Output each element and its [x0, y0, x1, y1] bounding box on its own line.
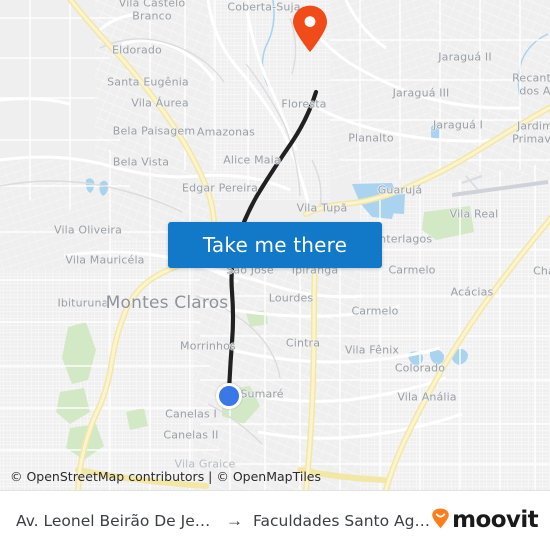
trip-origin-label: Av. Leonel Beirão De Jesu…: [16, 511, 216, 530]
arrow-right-icon: →: [226, 511, 243, 530]
trip-footer-bar: Av. Leonel Beirão De Jesu… → Faculdades …: [0, 490, 550, 550]
origin-dot-icon: [216, 383, 242, 409]
moovit-trip-screen: Vila Castelo Branco Coberta-Suja Eldorado S…: [0, 0, 550, 550]
trip-summary[interactable]: Av. Leonel Beirão De Jesu… → Faculdades …: [16, 512, 431, 530]
map-attribution: © OpenStreetMap contributors | © OpenMap…: [0, 463, 550, 490]
map-canvas[interactable]: Vila Castelo Branco Coberta-Suja Eldorado S…: [0, 0, 550, 490]
trip-destination-label: Faculdades Santo Ag…: [253, 511, 430, 530]
take-me-there-button[interactable]: Take me there: [168, 222, 382, 268]
attribution-text: © OpenStreetMap contributors | © OpenMap…: [10, 469, 322, 484]
moovit-logo[interactable]: moovit: [431, 507, 539, 534]
moovit-pin-icon: [431, 507, 450, 534]
moovit-wordmark: moovit: [452, 507, 538, 533]
